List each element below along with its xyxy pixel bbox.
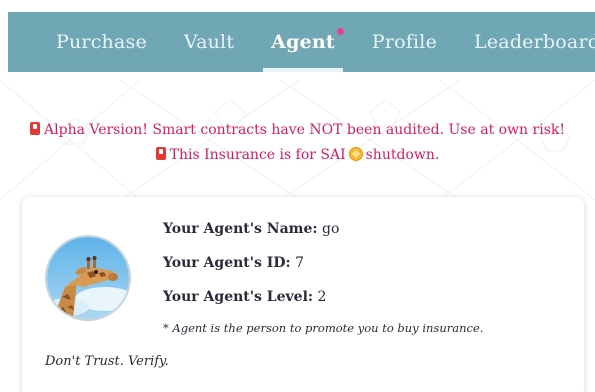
tab-purchase-label: Purchase	[56, 31, 147, 53]
tab-agent[interactable]: Agent	[263, 12, 344, 72]
agent-name-value: go	[322, 221, 340, 237]
warning-icon	[30, 122, 41, 135]
top-nav-bar: Purchase Vault Agent Profile Leaderboard	[8, 12, 595, 72]
agent-name-label: Your Agent's Name:	[163, 221, 318, 237]
tab-agent-label: Agent	[271, 31, 335, 53]
agent-card: Your Agent's Name: go Your Agent's ID: 7…	[22, 197, 584, 392]
agent-level-line: Your Agent's Level: 2	[163, 289, 326, 305]
tab-vault-label: Vault	[183, 31, 235, 53]
agent-id-value: 7	[295, 255, 305, 271]
page: Purchase Vault Agent Profile Leaderboard…	[0, 0, 595, 392]
tab-vault[interactable]: Vault	[184, 12, 234, 72]
agent-id-line: Your Agent's ID: 7	[163, 255, 304, 271]
insurance-notice: This Insurance is for SAI shutdown.	[0, 147, 595, 163]
agent-level-value: 2	[317, 289, 327, 305]
motto-text: Don't Trust. Verify.	[45, 354, 169, 369]
insurance-notice-suffix: shutdown.	[365, 147, 440, 163]
tab-leaderboard-label: Leaderboard	[474, 31, 595, 53]
agent-footnote: * Agent is the person to promote you to …	[163, 321, 484, 335]
tab-leaderboard[interactable]: Leaderboard	[474, 12, 595, 72]
giraffe-avatar-image	[47, 237, 129, 319]
agent-level-label: Your Agent's Level:	[163, 289, 314, 305]
tab-purchase[interactable]: Purchase	[56, 12, 147, 72]
notification-dot	[336, 28, 344, 35]
alpha-notice-text: Alpha Version! Smart contracts have NOT …	[44, 122, 565, 138]
warning-icon	[155, 147, 166, 160]
agent-name-line: Your Agent's Name: go	[163, 221, 339, 237]
tab-profile[interactable]: Profile	[372, 12, 437, 72]
sai-coin-icon	[348, 147, 363, 161]
alpha-notice: Alpha Version! Smart contracts have NOT …	[0, 122, 595, 138]
tab-profile-label: Profile	[371, 31, 438, 53]
giraffe-avatar	[45, 235, 131, 321]
nav-tabs: Purchase Vault Agent Profile Leaderboard	[8, 12, 595, 72]
insurance-notice-prefix: This Insurance is for SAI	[169, 147, 346, 163]
agent-id-label: Your Agent's ID:	[163, 255, 291, 271]
